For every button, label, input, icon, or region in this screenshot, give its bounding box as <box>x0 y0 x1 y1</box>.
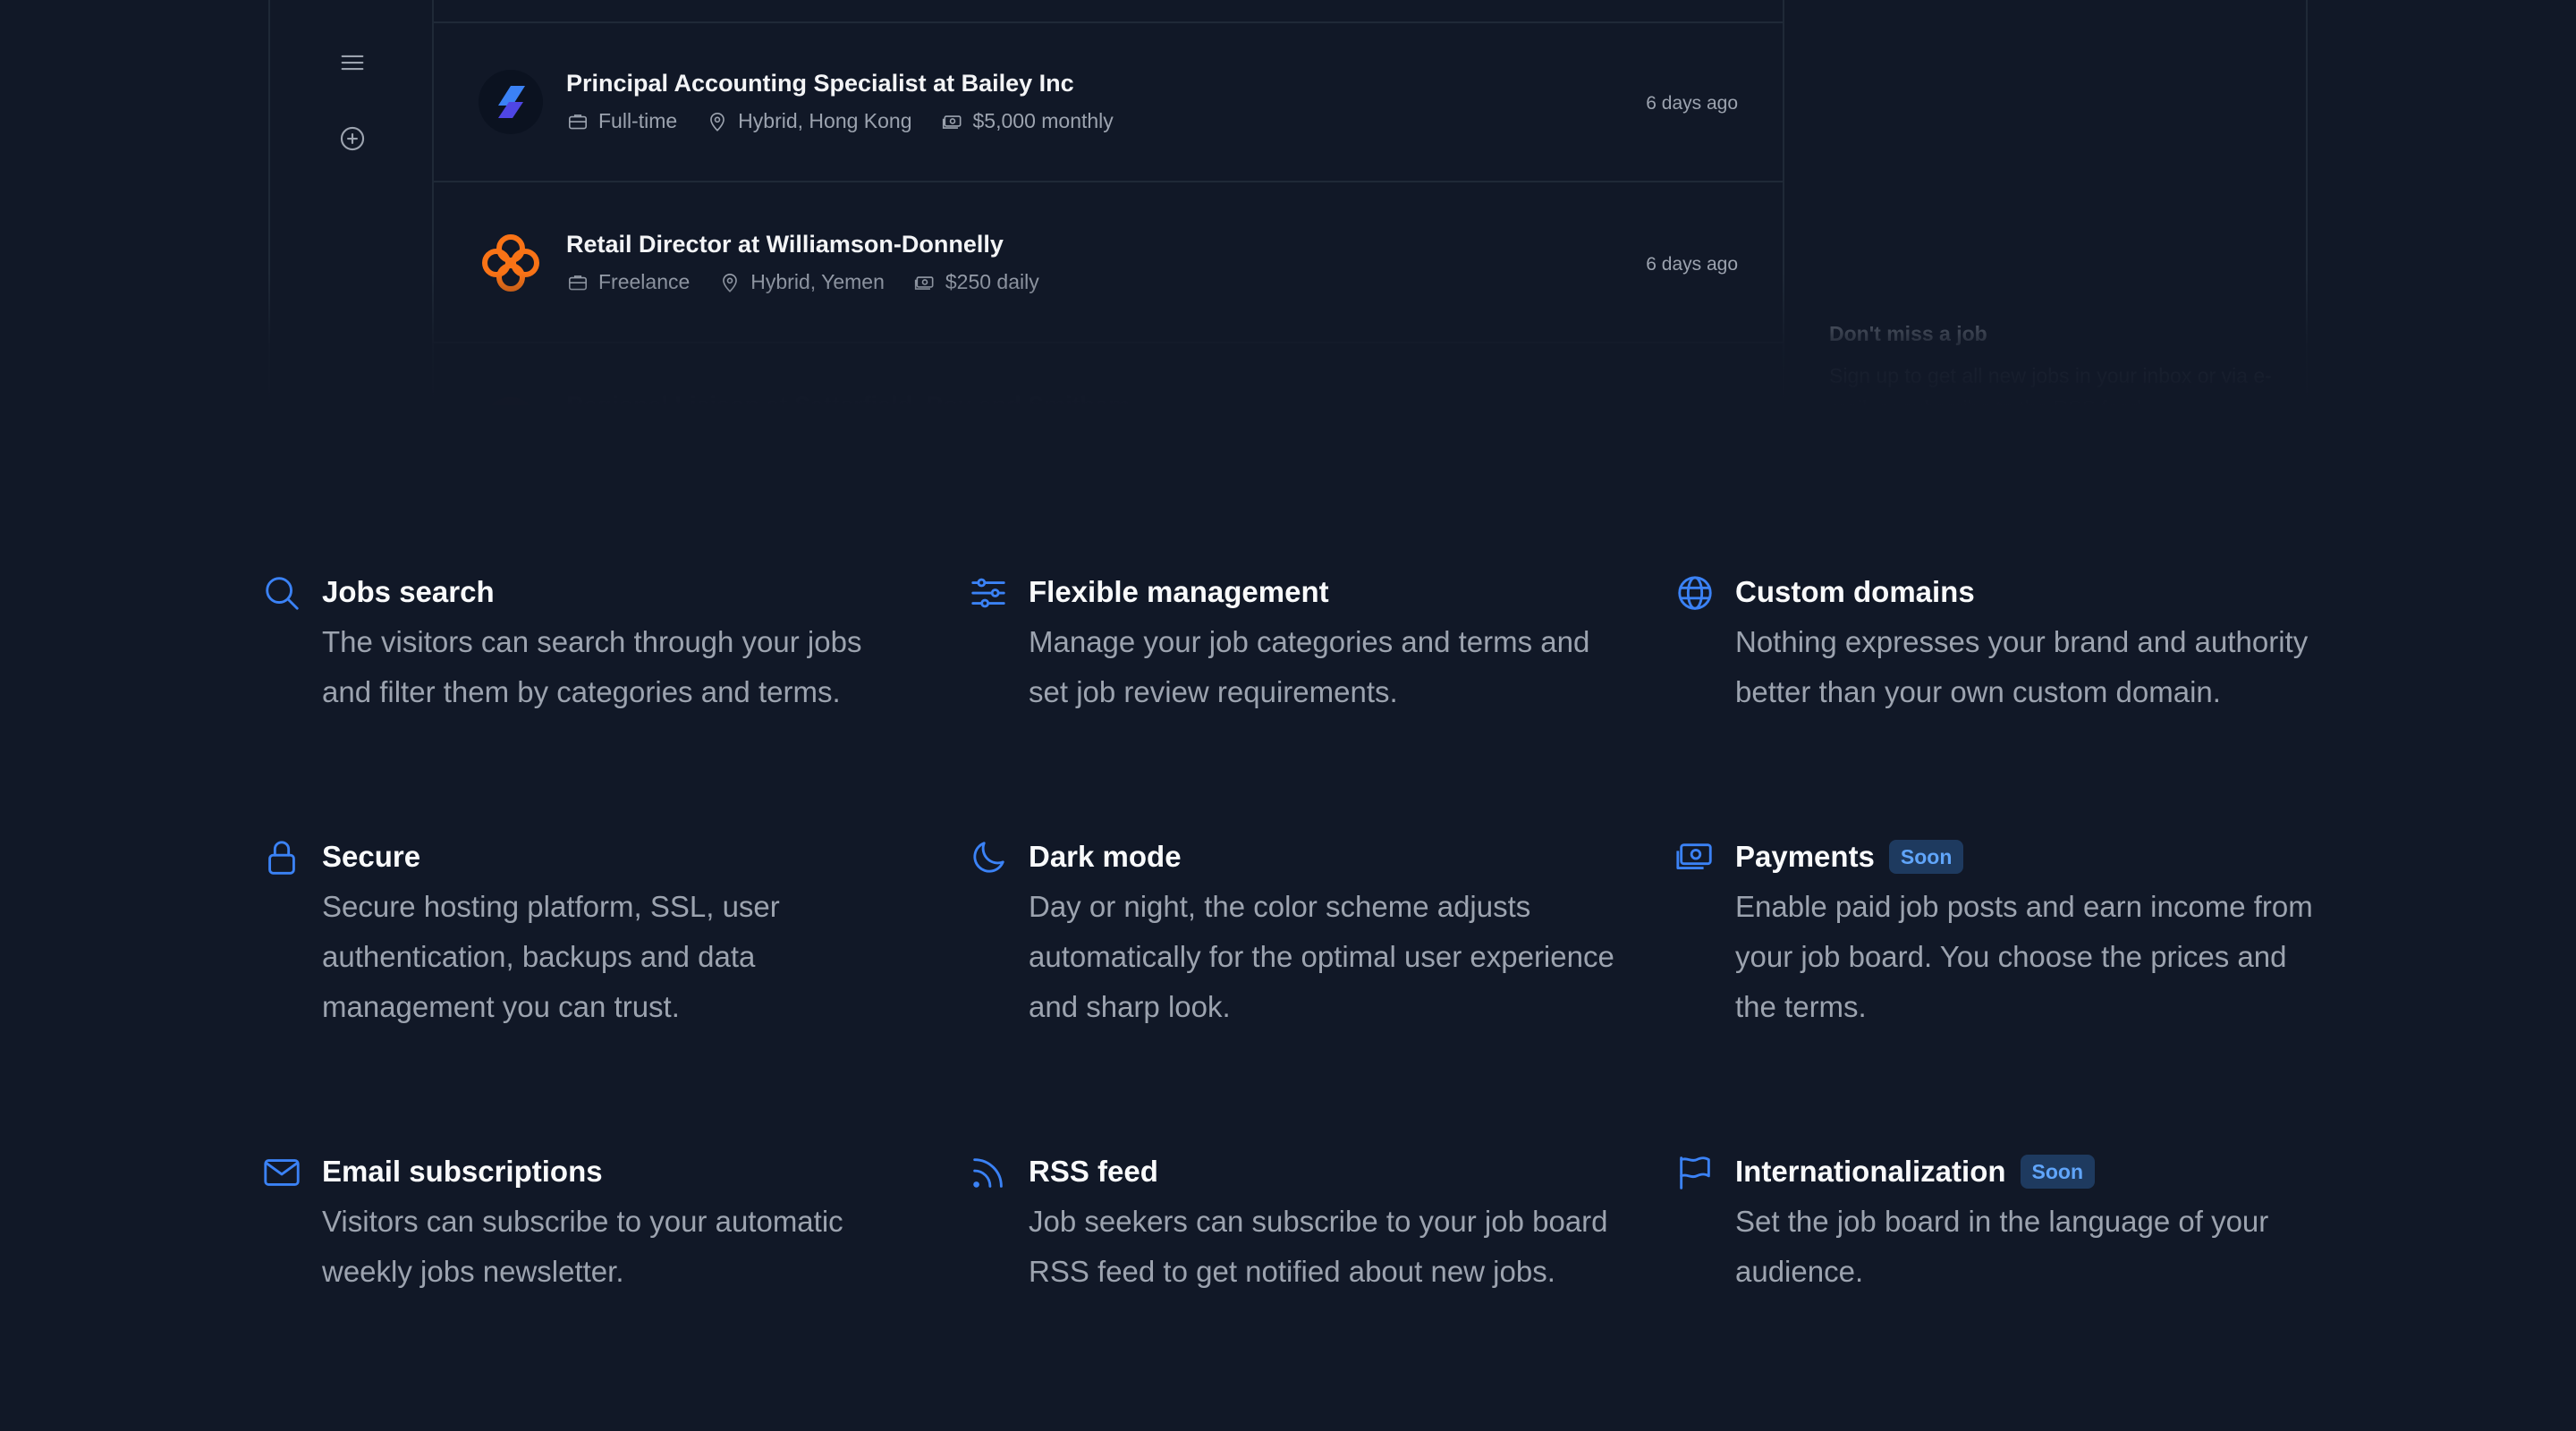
side-rail <box>268 0 434 407</box>
flag-icon <box>1674 1152 1716 1193</box>
feature-title: Jobs search <box>322 575 495 608</box>
job-meta: Freelance Hybrid, Yemen $250 daily <box>566 270 1039 294</box>
app-preview: Principal Accounting Specialist at Baile… <box>268 0 2308 407</box>
feature-description: Set the job board in the language of you… <box>1735 1205 2269 1288</box>
subscribe-panel: Don't miss a job Sign up to get all new … <box>1784 0 2308 407</box>
job-row[interactable]: Regional Liaison at Satterfield, Roy and… <box>434 345 1783 407</box>
job-row[interactable]: Retail Director at Williamson-Donnelly F… <box>434 184 1783 343</box>
briefcase-icon <box>568 114 588 129</box>
globe-icon <box>1674 572 1716 614</box>
sliders-icon <box>968 572 1009 614</box>
rss-icon <box>968 1152 1009 1193</box>
job-salary: $5,000 monthly <box>941 109 1114 133</box>
feature-description: Day or night, the color scheme adjusts a… <box>1029 890 1614 1023</box>
envelope-icon <box>261 1152 302 1193</box>
job-list: Principal Accounting Specialist at Baile… <box>434 0 1784 407</box>
cta-title: Don't miss a job <box>1829 322 1987 345</box>
soon-badge: Soon <box>2020 1155 2096 1189</box>
job-type: Full-time <box>566 109 677 133</box>
job-salary: $250 daily <box>913 270 1039 294</box>
briefcase-icon <box>568 275 588 290</box>
feature-title: Internationalization <box>1735 1155 2006 1188</box>
lock-icon <box>261 837 302 878</box>
job-type: Freelance <box>566 270 690 294</box>
company-logo <box>482 234 539 292</box>
feature-title: Email subscriptions <box>322 1155 603 1188</box>
feature-description: Nothing expresses your brand and authori… <box>1735 625 2309 708</box>
feature-title: Secure <box>322 840 421 873</box>
job-row[interactable]: Principal Accounting Specialist at Baile… <box>434 23 1783 182</box>
company-logo <box>479 70 543 134</box>
moon-icon <box>968 837 1009 878</box>
job-meta: Full-time Hybrid, Hong Kong $5,000 month… <box>566 109 1114 133</box>
soon-badge: Soon <box>1888 840 1964 874</box>
search-icon <box>261 572 302 614</box>
feature-title: Custom domains <box>1735 575 1975 608</box>
banknote-icon <box>914 275 934 290</box>
banknote-icon <box>1674 837 1716 878</box>
map-pin-icon <box>710 112 725 131</box>
banknote-icon <box>942 114 961 129</box>
landing-page: Principal Accounting Specialist at Baile… <box>0 0 2576 1431</box>
job-location: Hybrid, Hong Kong <box>706 109 912 133</box>
menu-icon[interactable] <box>335 45 370 80</box>
posted-time: 6 days ago <box>1646 93 1738 114</box>
job-title[interactable]: Retail Director at Williamson-Donnelly <box>566 231 1004 258</box>
feature-description: Job seekers can subscribe to your job bo… <box>1029 1205 1608 1288</box>
feature-description: The visitors can search through your job… <box>322 625 862 708</box>
feature-description: Enable paid job posts and earn income fr… <box>1735 890 2313 1023</box>
feature-title: RSS feed <box>1029 1155 1158 1188</box>
feature-title: Flexible management <box>1029 575 1329 608</box>
feature-title: Dark mode <box>1029 840 1182 873</box>
map-pin-icon <box>723 273 738 292</box>
feature-title: Payments <box>1735 840 1875 873</box>
feature-description: Visitors can subscribe to your automatic… <box>322 1205 843 1288</box>
company-logo <box>489 397 532 407</box>
cta-text: Sign up to get all new jobs in your inbo… <box>1829 364 2272 407</box>
add-circle-icon[interactable] <box>335 121 370 157</box>
posted-time: 6 days ago <box>1646 254 1738 275</box>
job-title[interactable]: Principal Accounting Specialist at Baile… <box>566 70 1074 97</box>
job-title[interactable]: Regional Liaison at Satterfield, Roy and… <box>566 392 1130 407</box>
feature-description: Secure hosting platform, SSL, user authe… <box>322 890 780 1023</box>
job-location: Hybrid, Yemen <box>718 270 885 294</box>
feature-description: Manage your job categories and terms and… <box>1029 625 1590 708</box>
